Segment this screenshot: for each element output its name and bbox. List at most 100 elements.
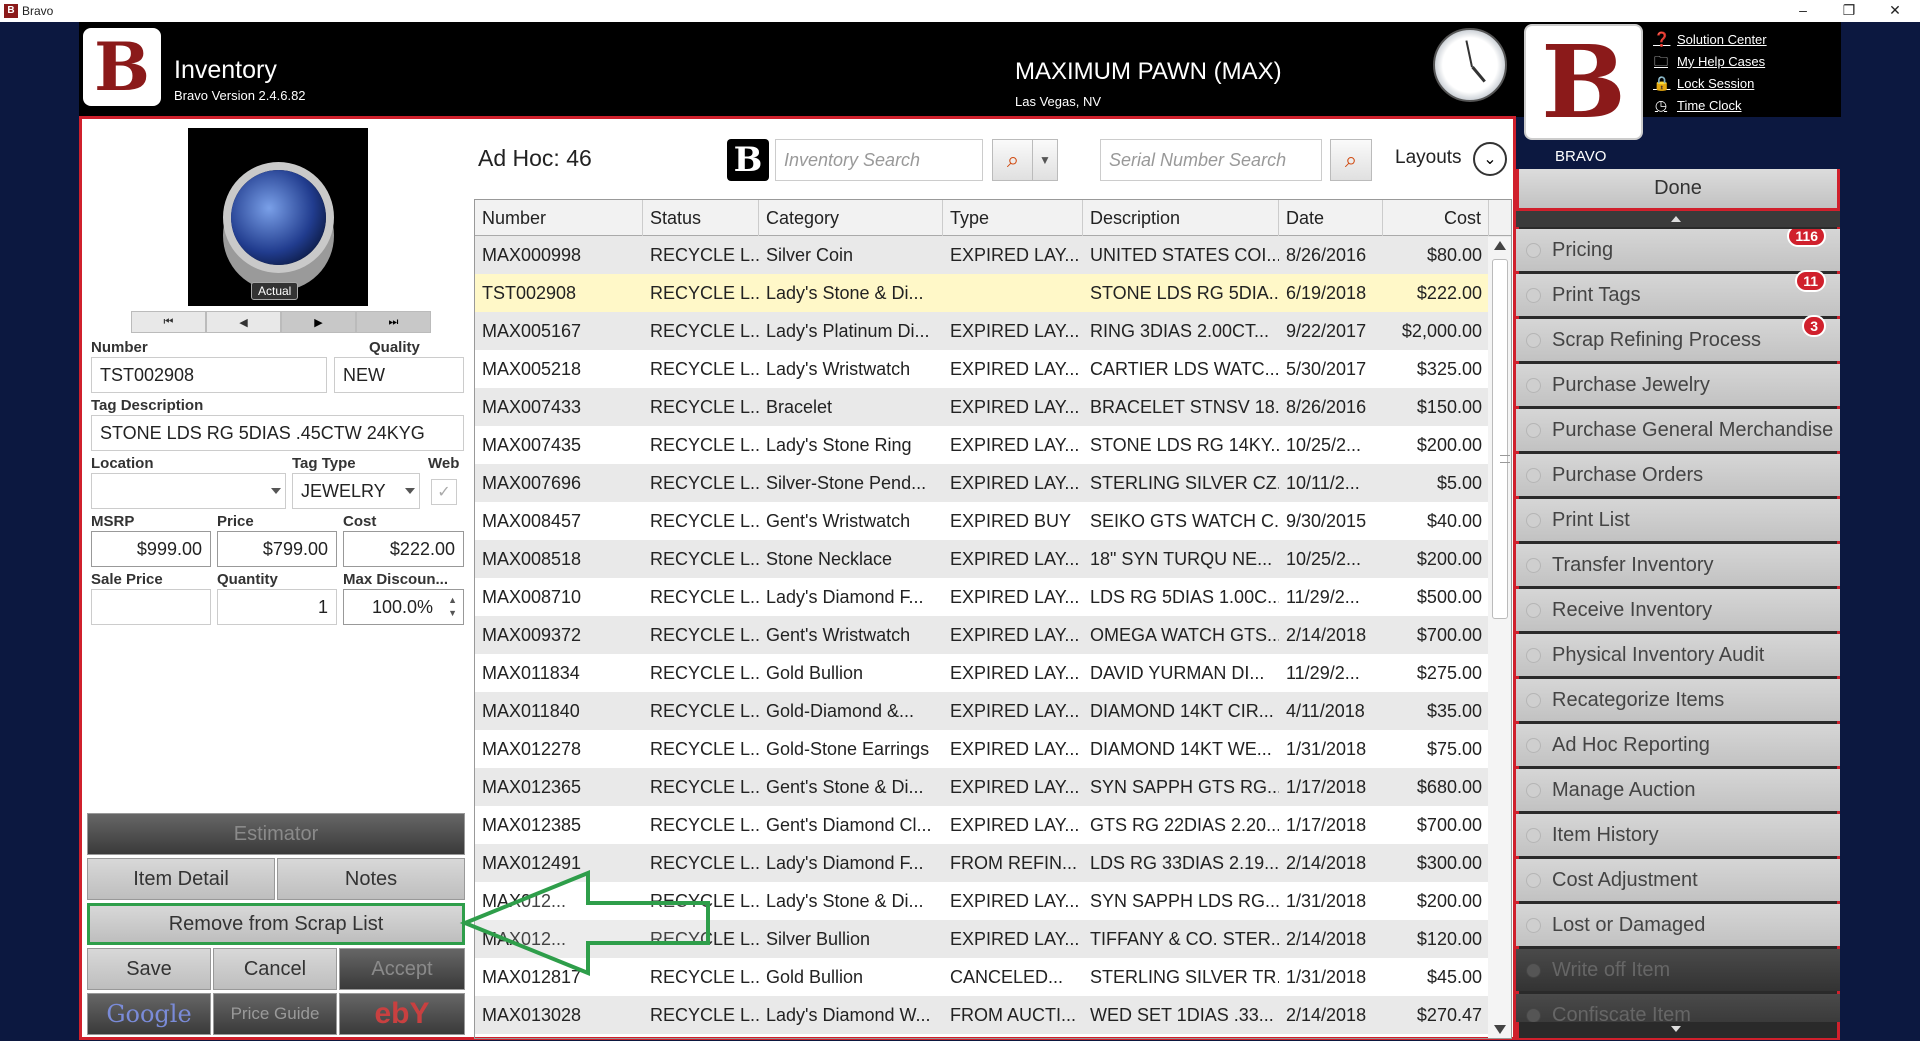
time-clock-link[interactable]: ◷ Time Clock bbox=[1653, 94, 1767, 116]
column-header-status[interactable]: Status bbox=[643, 200, 759, 236]
estimator-button[interactable]: Estimator bbox=[87, 813, 465, 855]
sidebar-item-lost-or-damaged[interactable]: Lost or Damaged bbox=[1516, 904, 1840, 946]
table-row[interactable]: MAX012491 RECYCLE L... Lady's Diamond F...… bbox=[475, 844, 1511, 882]
save-button[interactable]: Save bbox=[87, 948, 211, 990]
tag-type-label: Tag Type bbox=[292, 455, 356, 472]
sidebar-item-print-tags[interactable]: Print Tags 11 bbox=[1516, 270, 1840, 316]
table-row[interactable]: MAX005167 RECYCLE L... Lady's Platinum Di.… bbox=[475, 312, 1511, 350]
lock-session-link[interactable]: 🔒 Lock Session bbox=[1653, 72, 1767, 94]
restore-icon[interactable]: ❐ bbox=[1826, 0, 1872, 22]
cell-category: Silver-Stone Pend... bbox=[766, 472, 927, 493]
prev-photo-icon[interactable]: ◀ bbox=[206, 311, 281, 333]
table-row[interactable]: MAX007435 RECYCLE L... Lady's Stone Ring EX… bbox=[475, 426, 1511, 464]
search-icon[interactable]: ⌕ bbox=[992, 139, 1034, 181]
sidebar-item-purchase-orders[interactable]: Purchase Orders bbox=[1516, 454, 1840, 496]
table-row[interactable]: MAX012278 RECYCLE L... Gold-Stone Earrings… bbox=[475, 730, 1511, 768]
close-icon[interactable]: ✕ bbox=[1872, 0, 1918, 22]
quantity-field[interactable]: 1 bbox=[217, 589, 337, 625]
sale-price-field[interactable] bbox=[91, 589, 211, 625]
sidebar-item-physical-inventory-audit[interactable]: Physical Inventory Audit bbox=[1516, 634, 1840, 676]
sidebar-item-manage-auction[interactable]: Manage Auction bbox=[1516, 769, 1840, 811]
column-header-number[interactable]: Number bbox=[475, 200, 643, 236]
table-row[interactable]: MAX008710 RECYCLE L... Lady's Diamond F...… bbox=[475, 578, 1511, 616]
done-button[interactable]: Done bbox=[1516, 169, 1840, 211]
serial-number-search-input[interactable]: Serial Number Search bbox=[1100, 139, 1322, 181]
table-row[interactable]: MAX008518 RECYCLE L... Stone Necklace EXPIR… bbox=[475, 540, 1511, 578]
sidebar-scroll-up[interactable] bbox=[1516, 211, 1840, 227]
stepper-arrows-icon[interactable]: ▲ ▼ bbox=[448, 594, 457, 620]
cancel-button[interactable]: Cancel bbox=[213, 948, 337, 990]
tag-description-field[interactable]: STONE LDS RG 5DIAS .45CTW 24KYG bbox=[91, 415, 464, 451]
cost-field[interactable]: $222.00 bbox=[343, 531, 464, 567]
table-row[interactable]: MAX012385 RECYCLE L... Gent's Diamond Cl..… bbox=[475, 806, 1511, 844]
first-photo-icon[interactable]: ⏮ bbox=[131, 311, 206, 333]
remove-from-scrap-list-button[interactable]: Remove from Scrap List bbox=[87, 903, 465, 945]
scroll-up-icon[interactable] bbox=[1494, 241, 1506, 250]
quality-field[interactable]: NEW bbox=[334, 357, 464, 393]
search-icon[interactable]: ⌕ bbox=[1330, 139, 1372, 181]
sidebar-item-receive-inventory[interactable]: Receive Inventory bbox=[1516, 589, 1840, 631]
notes-button[interactable]: Notes bbox=[277, 858, 465, 900]
solution-center-link[interactable]: ❓ Solution Center bbox=[1653, 28, 1767, 50]
sidebar-item-pricing[interactable]: Pricing 116 bbox=[1516, 229, 1840, 271]
sidebar-item-ad-hoc-reporting[interactable]: Ad Hoc Reporting bbox=[1516, 724, 1840, 766]
sidebar-item-scrap-refining-process[interactable]: Scrap Refining Process 3 bbox=[1516, 315, 1840, 361]
table-row[interactable]: MAX008457 RECYCLE L... Gent's Wristwatch EX… bbox=[475, 502, 1511, 540]
sidebar-scroll-down[interactable] bbox=[1519, 1022, 1837, 1038]
google-button[interactable]: Google bbox=[87, 993, 211, 1035]
sidebar-item-print-list[interactable]: Print List bbox=[1516, 499, 1840, 541]
cell-type: EXPIRED LAY... bbox=[950, 586, 1080, 607]
sidebar-item-purchase-jewelry[interactable]: Purchase Jewelry bbox=[1516, 364, 1840, 406]
table-row[interactable]: MAX000998 RECYCLE L... Silver Coin EXPIRED … bbox=[475, 236, 1511, 274]
table-row[interactable]: MAX007433 RECYCLE L... Bracelet EXPIRED LAY… bbox=[475, 388, 1511, 426]
table-row[interactable]: MAX012... RECYCLE L... Lady's Stone & Di..… bbox=[475, 882, 1511, 920]
last-photo-icon[interactable]: ⏭ bbox=[356, 311, 431, 333]
sidebar-item-purchase-general-merchandise[interactable]: Purchase General Merchandise bbox=[1516, 409, 1840, 451]
table-row[interactable]: MAX013028 RECYCLE L... Lady's Diamond W...… bbox=[475, 996, 1511, 1034]
table-row[interactable]: TST002908 RECYCLE L... Lady's Stone & Di..… bbox=[475, 274, 1511, 312]
cell-date: 11/29/2... bbox=[1286, 586, 1360, 607]
column-header-description[interactable]: Description bbox=[1083, 200, 1279, 236]
scroll-thumb[interactable] bbox=[1492, 259, 1510, 619]
table-row[interactable]: MAX005218 RECYCLE L... Lady's Wristwatch EX… bbox=[475, 350, 1511, 388]
vertical-scrollbar[interactable] bbox=[1488, 237, 1511, 1038]
my-help-cases-link[interactable]: 🗀 My Help Cases bbox=[1653, 50, 1767, 72]
sidebar-item-write-off-item[interactable]: Write off Item bbox=[1516, 949, 1840, 991]
item-detail-button[interactable]: Item Detail bbox=[87, 858, 275, 900]
next-photo-icon[interactable]: ▶ bbox=[281, 311, 356, 333]
column-header-category[interactable]: Category bbox=[759, 200, 943, 236]
number-field[interactable]: TST002908 bbox=[91, 357, 327, 393]
table-row[interactable]: MAX007696 RECYCLE L... Silver-Stone Pend..… bbox=[475, 464, 1511, 502]
sidebar-item-confiscate-item[interactable]: Confiscate Item bbox=[1516, 994, 1840, 1022]
item-photo[interactable]: Actual bbox=[188, 128, 368, 306]
column-header-type[interactable]: Type bbox=[943, 200, 1083, 236]
tag-type-dropdown[interactable]: JEWELRY bbox=[292, 473, 420, 509]
column-header-cost[interactable]: Cost bbox=[1383, 200, 1489, 236]
price-field[interactable]: $799.00 bbox=[217, 531, 337, 567]
chevron-down-icon[interactable]: ▼ bbox=[1032, 139, 1058, 181]
sidebar-item-item-history[interactable]: Item History bbox=[1516, 814, 1840, 856]
cell-description: SEIKO GTS WATCH C... bbox=[1090, 510, 1279, 531]
web-checkbox[interactable]: ✓ bbox=[431, 479, 457, 505]
location-dropdown[interactable] bbox=[91, 473, 286, 509]
price-guide-button[interactable]: Price Guide bbox=[213, 993, 337, 1035]
table-row[interactable]: MAX011840 RECYCLE L... Gold-Diamond &... EX… bbox=[475, 692, 1511, 730]
accept-button[interactable]: Accept bbox=[339, 948, 465, 990]
msrp-field[interactable]: $999.00 bbox=[91, 531, 211, 567]
column-header-date[interactable]: Date bbox=[1279, 200, 1383, 236]
chevron-down-icon[interactable]: ⌄ bbox=[1473, 142, 1507, 176]
table-row[interactable]: MAX011834 RECYCLE L... Gold Bullion EXPIRED… bbox=[475, 654, 1511, 692]
sidebar-item-transfer-inventory[interactable]: Transfer Inventory bbox=[1516, 544, 1840, 586]
inventory-search-input[interactable]: Inventory Search bbox=[775, 139, 983, 181]
table-row[interactable]: MAX012... RECYCLE L... Silver Bullion EXPIR… bbox=[475, 920, 1511, 958]
table-row[interactable]: MAX009372 RECYCLE L... Gent's Wristwatch EX… bbox=[475, 616, 1511, 654]
minimize-icon[interactable]: – bbox=[1780, 0, 1826, 22]
table-row[interactable]: MAX012365 RECYCLE L... Gent's Stone & Di..… bbox=[475, 768, 1511, 806]
table-row[interactable]: MAX012817 RECYCLE L... Gold Bullion CANCELE… bbox=[475, 958, 1511, 996]
cell-type: CANCELED... bbox=[950, 966, 1064, 987]
sidebar-item-recategorize-items[interactable]: Recategorize Items bbox=[1516, 679, 1840, 721]
sidebar-item-cost-adjustment[interactable]: Cost Adjustment bbox=[1516, 859, 1840, 901]
max-discount-stepper[interactable]: 100.0% ▲ ▼ bbox=[343, 589, 464, 625]
scroll-down-icon[interactable] bbox=[1494, 1025, 1506, 1034]
ebay-button[interactable]: ebY bbox=[339, 993, 465, 1035]
